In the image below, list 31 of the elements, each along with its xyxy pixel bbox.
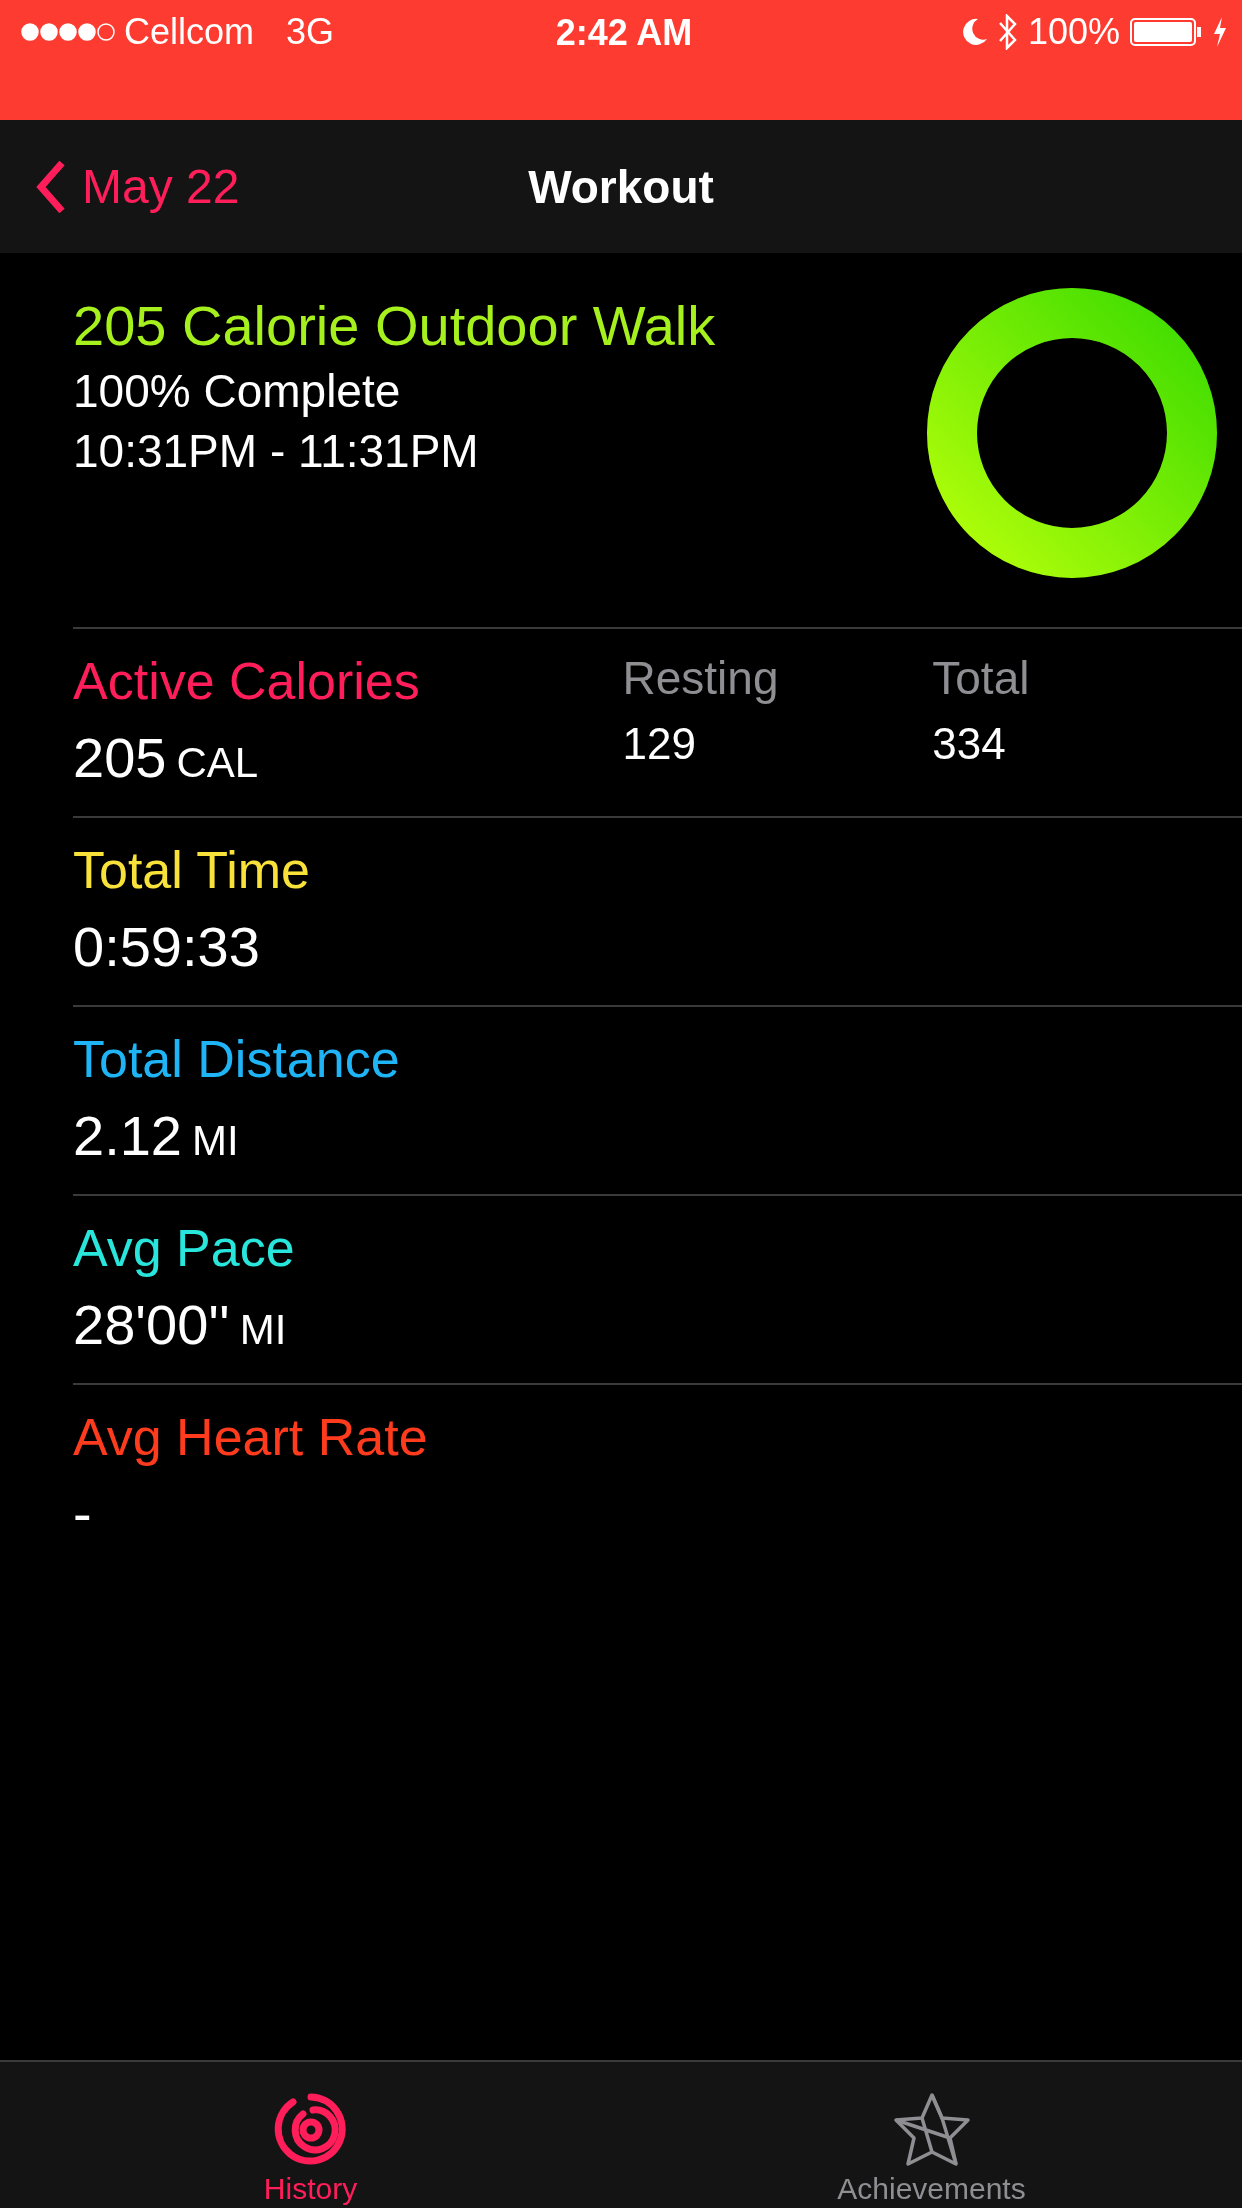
metric-label: Avg Heart Rate (73, 1407, 429, 1467)
metric-value: 334 (932, 719, 1007, 769)
charging-icon (1212, 16, 1228, 48)
metric-value: 205 CAL (73, 725, 260, 790)
metric-value: 0:59:33 (73, 914, 261, 979)
bluetooth-icon (997, 14, 1018, 50)
screen-title: Workout (528, 159, 714, 214)
metric-label: Total Time (73, 840, 311, 900)
network-type: 3G (286, 11, 335, 53)
carrier-name: Cellcom (124, 11, 255, 53)
chevron-left-icon (36, 158, 66, 215)
status-time: 2:42 AM (555, 12, 693, 54)
tab-bar-item[interactable]: Achievements (621, 2062, 1242, 2208)
metric-value: 28'00'' MI (73, 1292, 288, 1357)
metric-label: Resting (622, 651, 780, 705)
metric-label: Total Distance (73, 1029, 401, 1089)
battery-icon (1130, 17, 1202, 47)
workout-title: 205 Calorie Outdoor Walk (73, 293, 716, 358)
battery-percent: 100% (1027, 11, 1120, 53)
metric-label: Active Calories (73, 651, 421, 711)
signal-icon (20, 22, 116, 42)
completion-text: 100% Complete (73, 364, 402, 418)
metric-value: 129 (622, 719, 697, 769)
star-icon (891, 2092, 972, 2168)
tab-bar-item[interactable]: History (0, 2062, 621, 2208)
metric-label: Avg Pace (73, 1218, 296, 1278)
metric-value: 2.12 MI (73, 1103, 240, 1168)
back-link[interactable]: May 22 (36, 158, 240, 215)
metric-value: - (73, 1481, 93, 1546)
time-range: 10:31PM - 11:31PM (73, 424, 480, 478)
metric-label: Total (932, 651, 1031, 705)
